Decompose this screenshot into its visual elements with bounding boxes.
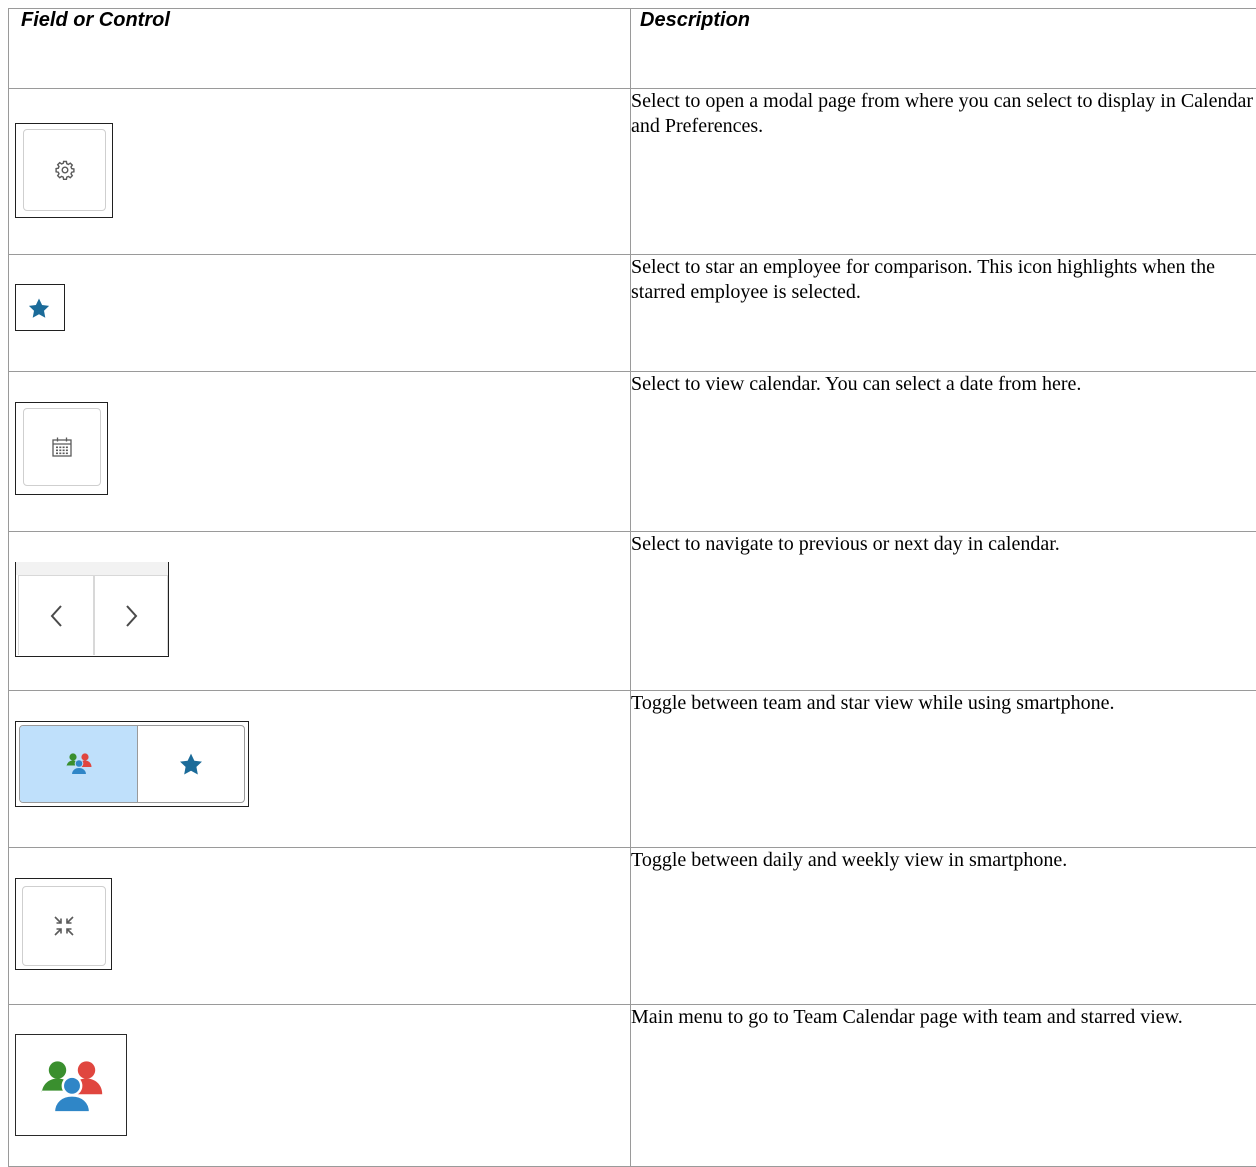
calendar-button-image[interactable] <box>15 402 108 495</box>
gear-button-image[interactable] <box>15 123 113 218</box>
table-row: Select to open a modal page from where y… <box>9 89 1256 255</box>
gear-icon <box>55 160 75 180</box>
chevron-left-icon <box>49 604 63 628</box>
description-cell: Main menu to go to Team Calendar page wi… <box>631 1005 1256 1167</box>
control-cell <box>9 848 631 1005</box>
table-row: Main menu to go to Team Calendar page wi… <box>9 1005 1256 1167</box>
description-cell: Toggle between daily and weekly view in … <box>631 848 1256 1005</box>
description-cell: Select to view calendar. You can select … <box>631 372 1256 532</box>
control-cell <box>9 532 631 691</box>
team-icon <box>65 752 93 776</box>
calendar-icon <box>51 436 73 458</box>
description-cell: Select to open a modal page from where y… <box>631 89 1256 255</box>
team-view-toggle[interactable] <box>20 726 138 802</box>
previous-day-button[interactable] <box>19 576 95 655</box>
star-view-toggle[interactable] <box>138 726 244 802</box>
calendar-button[interactable] <box>23 408 101 486</box>
table-row: Select to navigate to previous or next d… <box>9 532 1256 691</box>
table-row: Select to view calendar. You can select … <box>9 372 1256 532</box>
collapse-view-icon <box>53 915 75 937</box>
collapse-button-image[interactable] <box>15 878 112 970</box>
next-day-button[interactable] <box>95 576 169 655</box>
daily-weekly-toggle-button[interactable] <box>22 886 106 966</box>
star-icon <box>27 297 51 320</box>
control-cell <box>9 89 631 255</box>
chevron-right-icon <box>125 604 139 628</box>
team-star-toggle-image[interactable] <box>15 721 249 807</box>
header-label: Description <box>631 9 750 32</box>
control-cell <box>9 691 631 848</box>
star-icon <box>178 752 204 777</box>
prev-next-image[interactable] <box>15 562 169 657</box>
table-header-row: Field or Control Description <box>9 9 1256 89</box>
description-cell: Select to star an employee for compariso… <box>631 255 1256 372</box>
header-description: Description <box>631 9 1256 89</box>
header-field-or-control: Field or Control <box>9 9 631 89</box>
header-label: Field or Control <box>9 9 170 32</box>
description-cell: Toggle between team and star view while … <box>631 691 1256 848</box>
gear-button[interactable] <box>23 129 106 211</box>
control-cell <box>9 1005 631 1167</box>
team-icon <box>38 1058 106 1116</box>
table-row: Toggle between team and star view while … <box>9 691 1256 848</box>
control-cell <box>9 255 631 372</box>
control-cell <box>9 372 631 532</box>
description-cell: Select to navigate to previous or next d… <box>631 532 1256 691</box>
table-row: Toggle between daily and weekly view in … <box>9 848 1256 1005</box>
table-row: Select to star an employee for compariso… <box>9 255 1256 372</box>
star-button-image[interactable] <box>15 284 65 331</box>
team-calendar-tile-image[interactable] <box>15 1034 127 1136</box>
field-control-table: Field or Control Description <box>8 8 1256 1167</box>
